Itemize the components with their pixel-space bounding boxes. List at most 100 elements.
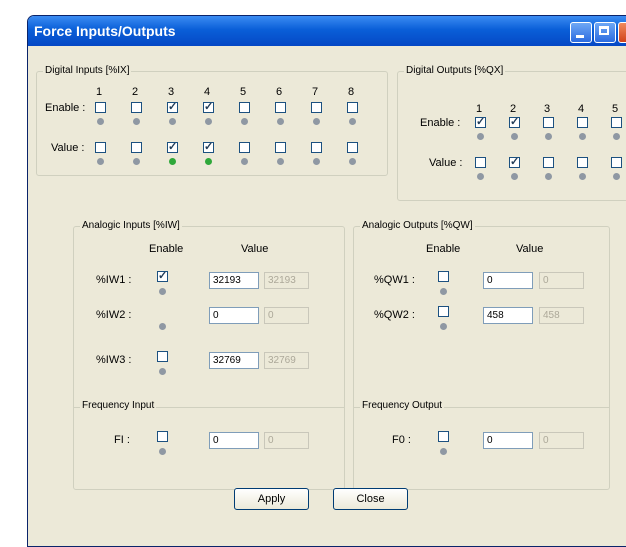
do-channel-5: 5	[612, 103, 619, 115]
close-button[interactable]: Close	[333, 488, 408, 510]
frequency-input-label: FI :	[114, 434, 130, 446]
di-channel-5: 5	[240, 86, 247, 98]
ao-row-2-value-input[interactable]: 458	[483, 307, 533, 324]
frequency-output-value-input[interactable]: 0	[483, 432, 533, 449]
do-value-led-5	[613, 173, 620, 180]
di-value-checkbox-4[interactable]	[203, 140, 214, 153]
do-value-checkbox-2[interactable]	[509, 155, 520, 168]
ao-row-2-enable-checkbox[interactable]	[438, 306, 449, 317]
frequency-input-title: Frequency Input	[80, 400, 157, 411]
ai-row-3-value-input[interactable]: 32769	[209, 352, 259, 369]
frequency-input-enable-checkbox[interactable]	[157, 431, 168, 442]
ai-value-header: Value	[241, 243, 269, 255]
frequency-output-label: F0 :	[392, 434, 411, 446]
di-value-led-5	[241, 158, 248, 165]
do-enable-label: Enable :	[420, 117, 461, 129]
do-value-led-1	[477, 173, 484, 180]
analogic-outputs-group: Analogic Outputs [%QW] Enable Value Freq…	[353, 220, 610, 490]
ai-row-2-readout: 0	[264, 307, 309, 324]
ai-row-1-led	[159, 288, 166, 295]
ao-row-1-led	[440, 288, 447, 295]
do-value-led-4	[579, 173, 586, 180]
di-enable-checkbox-4[interactable]	[203, 100, 214, 113]
di-enable-led-7	[313, 118, 320, 125]
di-enable-checkbox-2[interactable]	[131, 102, 142, 113]
do-value-led-2	[511, 173, 518, 180]
di-channel-4: 4	[204, 86, 211, 98]
maximize-button[interactable]	[594, 22, 616, 43]
apply-button[interactable]: Apply	[234, 488, 309, 510]
ai-row-3-enable-checkbox[interactable]	[157, 351, 168, 362]
do-enable-led-1	[477, 133, 484, 140]
do-enable-checkbox-1[interactable]	[475, 115, 486, 128]
ai-enable-header: Enable	[149, 243, 184, 255]
di-enable-checkbox-8[interactable]	[347, 102, 358, 113]
di-enable-led-3	[169, 118, 176, 125]
digital-inputs-title: Digital Inputs [%IX]	[43, 65, 132, 76]
do-enable-led-2	[511, 133, 518, 140]
ai-row-2-value-input[interactable]: 0	[209, 307, 259, 324]
di-enable-checkbox-6[interactable]	[275, 102, 286, 113]
di-value-led-2	[133, 158, 140, 165]
di-enable-checkbox-7[interactable]	[311, 102, 322, 113]
di-enable-label: Enable :	[45, 102, 86, 114]
di-value-checkbox-8[interactable]	[347, 142, 358, 153]
do-value-label: Value :	[429, 157, 463, 169]
do-enable-checkbox-3[interactable]	[543, 117, 554, 128]
di-enable-checkbox-3[interactable]	[167, 100, 178, 113]
frequency-output-title: Frequency Output	[360, 400, 445, 411]
ao-row-1-readout: 0	[539, 272, 584, 289]
di-value-checkbox-5[interactable]	[239, 142, 250, 153]
do-value-checkbox-5[interactable]	[611, 157, 622, 168]
di-enable-led-1	[97, 118, 104, 125]
di-channel-2: 2	[132, 86, 139, 98]
frequency-input-led	[159, 448, 166, 455]
di-value-led-1	[97, 158, 104, 165]
do-enable-led-4	[579, 133, 586, 140]
di-value-checkbox-2[interactable]	[131, 142, 142, 153]
di-value-checkbox-3[interactable]	[167, 140, 178, 153]
di-value-label: Value :	[51, 142, 85, 154]
ao-row-2-readout: 458	[539, 307, 584, 324]
di-channel-7: 7	[312, 86, 319, 98]
analogic-outputs-title: Analogic Outputs [%QW]	[360, 220, 475, 231]
ai-row-1-enable-checkbox[interactable]	[157, 269, 168, 282]
frequency-output-led	[440, 448, 447, 455]
di-enable-checkbox-1[interactable]	[95, 102, 106, 113]
do-channel-4: 4	[578, 103, 585, 115]
do-value-checkbox-3[interactable]	[543, 157, 554, 168]
di-value-checkbox-7[interactable]	[311, 142, 322, 153]
di-channel-3: 3	[168, 86, 175, 98]
do-enable-checkbox-2[interactable]	[509, 115, 520, 128]
frequency-input-value-input[interactable]: 0	[209, 432, 259, 449]
do-value-checkbox-4[interactable]	[577, 157, 588, 168]
frequency-output-readout: 0	[539, 432, 584, 449]
di-value-checkbox-6[interactable]	[275, 142, 286, 153]
di-enable-led-2	[133, 118, 140, 125]
ai-row-3-led	[159, 368, 166, 375]
do-value-checkbox-1[interactable]	[475, 157, 486, 168]
ao-row-1-enable-checkbox[interactable]	[438, 271, 449, 282]
ai-row-1-readout: 32193	[264, 272, 309, 289]
di-enable-led-8	[349, 118, 356, 125]
do-enable-checkbox-4[interactable]	[577, 117, 588, 128]
ao-row-1-value-input[interactable]: 0	[483, 272, 533, 289]
di-value-checkbox-1[interactable]	[95, 142, 106, 153]
ao-value-header: Value	[516, 243, 544, 255]
do-channel-1: 1	[476, 103, 483, 115]
do-value-led-3	[545, 173, 552, 180]
ai-row-3-readout: 32769	[264, 352, 309, 369]
ai-row-1-value-input[interactable]: 32193	[209, 272, 259, 289]
do-enable-led-5	[613, 133, 620, 140]
minimize-button[interactable]	[570, 22, 592, 43]
do-enable-checkbox-5[interactable]	[611, 117, 622, 128]
ai-row-2-label: %IW2 :	[96, 309, 132, 321]
di-value-led-3	[169, 158, 176, 165]
di-enable-checkbox-5[interactable]	[239, 102, 250, 113]
frequency-output-enable-checkbox[interactable]	[438, 431, 449, 442]
ao-row-2-led	[440, 323, 447, 330]
digital-inputs-group: Digital Inputs [%IX] Enable : Value : 1 2…	[36, 65, 388, 176]
close-window-button[interactable]	[618, 22, 626, 43]
force-io-window: Force Inputs/Outputs Digital Inputs [%IX…	[27, 15, 626, 547]
digital-outputs-title: Digital Outputs [%QX]	[404, 65, 506, 76]
